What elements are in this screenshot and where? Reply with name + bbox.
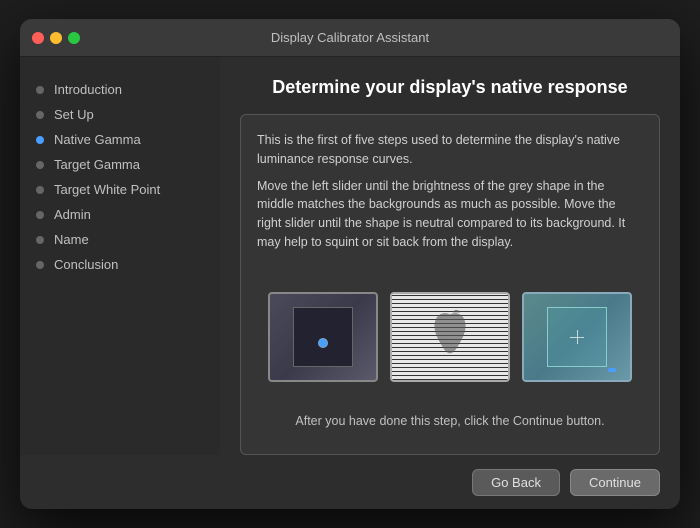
sidebar-item-target-white-point[interactable]: Target White Point [20, 177, 220, 202]
bottom-bar: Go Back Continue [20, 455, 680, 509]
sidebar-item-native-gamma[interactable]: Native Gamma [20, 127, 220, 152]
sidebar-item-target-gamma[interactable]: Target Gamma [20, 152, 220, 177]
calibration-images [257, 272, 643, 403]
after-text: After you have done this step, click the… [257, 402, 643, 438]
sidebar-dot-conclusion [36, 261, 44, 269]
instructions: This is the first of five steps used to … [257, 131, 643, 260]
sidebar-dot-native-gamma [36, 136, 44, 144]
cal-left-inner-square [293, 307, 353, 367]
sidebar-dot-target-gamma [36, 161, 44, 169]
sidebar-dot-name [36, 236, 44, 244]
traffic-lights [32, 32, 80, 44]
titlebar: Display Calibrator Assistant [20, 19, 680, 57]
blue-dot-right [608, 368, 616, 372]
page-title: Determine your display's native response [240, 77, 660, 98]
sidebar-item-introduction[interactable]: Introduction [20, 77, 220, 102]
continue-button[interactable]: Continue [570, 469, 660, 496]
apple-silhouette [425, 309, 475, 364]
sidebar-dot-introduction [36, 86, 44, 94]
maximize-button[interactable] [68, 32, 80, 44]
cal-right-inner-square [547, 307, 607, 367]
content-area: Introduction Set Up Native Gamma Target … [20, 57, 680, 455]
cal-image-middle [390, 292, 510, 382]
sidebar-item-name[interactable]: Name [20, 227, 220, 252]
go-back-button[interactable]: Go Back [472, 469, 560, 496]
sidebar-item-conclusion[interactable]: Conclusion [20, 252, 220, 277]
sidebar-item-setup[interactable]: Set Up [20, 102, 220, 127]
main-window: Display Calibrator Assistant Introductio… [20, 19, 680, 509]
sidebar: Introduction Set Up Native Gamma Target … [20, 57, 220, 455]
cal-image-right [522, 292, 632, 382]
crosshair-right [570, 330, 584, 344]
sidebar-item-admin[interactable]: Admin [20, 202, 220, 227]
instruction-paragraph-1: This is the first of five steps used to … [257, 131, 643, 169]
cal-image-left [268, 292, 378, 382]
minimize-button[interactable] [50, 32, 62, 44]
close-button[interactable] [32, 32, 44, 44]
instruction-paragraph-2: Move the left slider until the brightnes… [257, 177, 643, 252]
blue-dot-left [318, 338, 328, 348]
sidebar-dot-admin [36, 211, 44, 219]
window-title: Display Calibrator Assistant [271, 30, 429, 45]
sidebar-dot-setup [36, 111, 44, 119]
sidebar-dot-target-white-point [36, 186, 44, 194]
content-box: This is the first of five steps used to … [240, 114, 660, 455]
main-panel: Determine your display's native response… [220, 57, 680, 455]
